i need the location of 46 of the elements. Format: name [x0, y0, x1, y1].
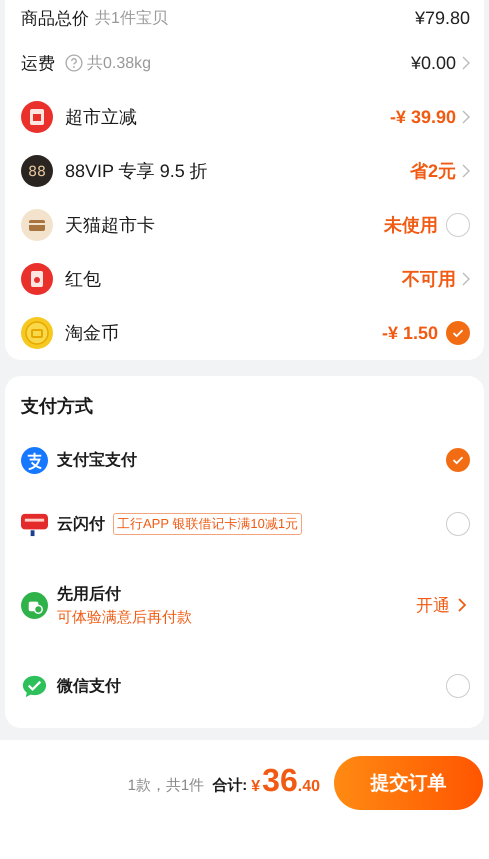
vip-icon: 88 — [21, 155, 53, 187]
method-name: 先用后付 — [57, 584, 121, 604]
row-label: 88VIP 专享 9.5 折 — [65, 160, 208, 183]
coupon-icon — [21, 101, 53, 133]
item-count: 1款，共1件 — [128, 776, 204, 795]
row-label: 超市立减 — [65, 106, 137, 129]
row-detail: 共0.38kg — [87, 54, 152, 74]
row-label: 运费 — [21, 52, 55, 74]
row-label: 天猫超市卡 — [65, 214, 155, 237]
row-value: -¥ 39.90 — [390, 106, 456, 128]
method-name: 支付宝支付 — [57, 450, 137, 470]
method-name: 云闪付 — [57, 514, 105, 534]
chevron-icon[interactable] — [462, 56, 470, 70]
section-title: 支付方式 — [21, 395, 94, 418]
row-value: 未使用 — [384, 214, 438, 237]
chevron-icon[interactable] — [462, 110, 470, 124]
alipay-icon — [21, 446, 48, 474]
checkbox[interactable] — [446, 321, 470, 345]
total-label: 合计: — [212, 776, 248, 795]
radio-button[interactable] — [446, 512, 470, 536]
row-label: 红包 — [65, 268, 101, 291]
promo-tag: 工行APP 银联借记卡满10减1元 — [113, 513, 302, 535]
checkbox[interactable] — [446, 213, 470, 237]
help-icon[interactable] — [65, 54, 83, 72]
envelope-icon — [21, 263, 53, 295]
coin-icon — [21, 317, 53, 349]
row-value: 省2元 — [410, 160, 456, 183]
total-price: ¥36.40 — [251, 762, 320, 799]
row-value: ¥79.80 — [414, 8, 470, 28]
row-value: 不可用 — [402, 268, 456, 291]
chevron-icon[interactable] — [462, 272, 470, 286]
chevron-icon[interactable] — [462, 164, 470, 178]
row-value: -¥ 1.50 — [382, 322, 438, 344]
card-icon — [21, 209, 53, 241]
method-name: 微信支付 — [57, 676, 121, 696]
row-detail: 共1件宝贝 — [95, 8, 168, 28]
row-label: 淘金币 — [65, 322, 119, 345]
row-value: ¥0.00 — [410, 52, 456, 74]
activate-link[interactable]: 开通 — [416, 594, 466, 616]
radio-button[interactable] — [446, 448, 470, 472]
bag-icon — [21, 592, 48, 618]
submit-order-button[interactable]: 提交订单 — [334, 756, 483, 810]
chevron-icon — [458, 598, 466, 612]
row-label: 商品总价 — [21, 8, 89, 30]
radio-button[interactable] — [446, 674, 470, 698]
method-note: 可体验满意后再付款 — [57, 608, 192, 626]
